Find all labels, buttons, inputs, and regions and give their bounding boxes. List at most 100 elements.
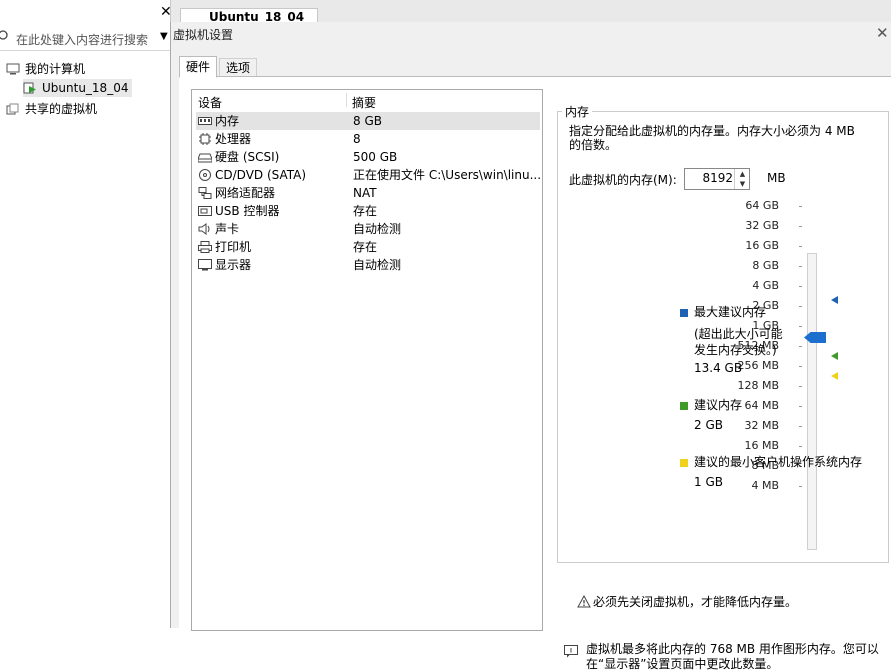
scale-label: 8 GB — [752, 259, 779, 272]
legend-max-title: 最大建议内存 — [694, 305, 767, 319]
scale-tick — [799, 346, 802, 347]
min-recommended-marker — [831, 372, 838, 380]
library-panel: ✕ 在此处键入内容进行搜索 ▼ 我的计算机 Ubuntu_18_04 共享的虚拟… — [0, 0, 172, 628]
device-row-printer[interactable]: 打印机 存在 — [196, 238, 540, 256]
column-separator — [346, 93, 347, 107]
info-line-2: 在“显示器”设置页面中更改此数量。 — [586, 657, 779, 671]
scale-tick — [799, 226, 802, 227]
device-name: 打印机 — [215, 240, 252, 254]
device-row-cpu[interactable]: 处理器 8 — [196, 130, 540, 148]
tree-vm-label: Ubuntu_18_04 — [42, 81, 129, 95]
cdrom-icon — [199, 169, 211, 181]
scale-tick — [799, 486, 802, 487]
device-list[interactable]: 设备 摘要 内存 8 GB 处理器 8 硬盘 (SCSI) 500 GB CD/… — [191, 89, 543, 631]
legend-min-value: 1 GB — [694, 475, 723, 489]
device-name: 网络适配器 — [215, 186, 276, 200]
scale-label: 32 MB — [744, 419, 779, 432]
legend-yellow-square — [680, 459, 688, 467]
device-summary: 500 GB — [353, 150, 398, 164]
column-device[interactable]: 设备 — [198, 94, 222, 111]
harddisk-icon — [198, 153, 212, 163]
info-icon — [564, 645, 578, 658]
display-icon — [198, 259, 212, 271]
column-summary[interactable]: 摘要 — [352, 94, 376, 111]
info-line-1: 虚拟机最多将此内存的 768 MB 用作图形内存。您可以 — [586, 642, 879, 656]
warning-text: 必须先关闭虚拟机，才能降低内存量。 — [593, 595, 798, 609]
warning-icon — [577, 595, 591, 608]
scale-tick — [799, 386, 802, 387]
legend-rec-value: 2 GB — [694, 418, 723, 432]
spin-down-icon[interactable]: ▼ — [735, 179, 750, 189]
scale-tick — [799, 266, 802, 267]
device-name: CD/DVD (SATA) — [215, 168, 307, 182]
device-summary: 正在使用文件 C:\Users\win\linu... — [353, 168, 542, 182]
device-row-cdrom[interactable]: CD/DVD (SATA) 正在使用文件 C:\Users\win\linu..… — [196, 166, 542, 184]
device-summary: NAT — [353, 186, 377, 200]
memory-field-label: 此虚拟机的内存(M): — [569, 173, 677, 187]
scale-tick — [799, 326, 802, 327]
network-icon — [198, 187, 212, 199]
legend-blue-square — [680, 309, 688, 317]
device-row-usb[interactable]: USB 控制器 存在 — [196, 202, 540, 220]
memory-stepper[interactable]: ▲ ▼ — [684, 168, 750, 190]
tree-my-computer[interactable]: 我的计算机 — [6, 60, 85, 78]
device-row-network[interactable]: 网络适配器 NAT — [196, 184, 540, 202]
device-summary: 8 — [353, 132, 361, 146]
close-library-icon[interactable]: ✕ — [160, 4, 172, 20]
scale-tick — [799, 406, 802, 407]
device-name: 处理器 — [215, 132, 252, 146]
scale-tick — [799, 306, 802, 307]
memory-spinner[interactable]: ▲ ▼ — [734, 169, 750, 189]
scale-label: 32 GB — [745, 219, 779, 232]
scale-tick — [799, 446, 802, 447]
tree-shared-label: 共享的虚拟机 — [25, 102, 98, 116]
search-input[interactable]: 在此处键入内容进行搜索 — [16, 31, 148, 48]
scale-tick — [799, 246, 802, 247]
dialog-title: 虚拟机设置 — [173, 28, 234, 42]
device-name: 内存 — [215, 114, 240, 128]
tab-hardware[interactable]: 硬件 — [179, 56, 218, 78]
sound-icon — [198, 223, 210, 235]
device-row-sound[interactable]: 声卡 自动检测 — [196, 220, 540, 238]
scale-label: 64 GB — [745, 199, 779, 212]
scale-tick — [799, 426, 802, 427]
legend-max-note2: 发生内存交换。) — [694, 343, 777, 357]
legend-green-square — [680, 402, 688, 410]
search-box[interactable]: 在此处键入内容进行搜索 ▼ — [0, 28, 170, 51]
device-row-harddisk[interactable]: 硬盘 (SCSI) 500 GB — [196, 148, 540, 166]
device-name: 显示器 — [215, 258, 252, 272]
legend-max-value: 13.4 GB — [694, 361, 743, 375]
device-list-header: 设备 摘要 — [192, 90, 542, 110]
memory-slider-track[interactable] — [807, 253, 817, 550]
tab-body: 设备 摘要 内存 8 GB 处理器 8 硬盘 (SCSI) 500 GB CD/… — [179, 76, 891, 671]
device-row-display[interactable]: 显示器 自动检测 — [196, 256, 540, 274]
device-summary: 自动检测 — [353, 222, 402, 236]
device-name: USB 控制器 — [215, 204, 280, 218]
recommended-marker — [831, 352, 838, 360]
tree-my-computer-label: 我的计算机 — [25, 62, 86, 76]
device-name: 声卡 — [215, 222, 240, 236]
tree-vm-item[interactable]: Ubuntu_18_04 — [23, 79, 133, 97]
memory-input[interactable] — [685, 169, 733, 187]
dialog-close-icon[interactable]: ✕ — [876, 24, 889, 42]
tree-shared-vms[interactable]: 共享的虚拟机 — [6, 100, 97, 118]
search-icon — [0, 30, 8, 40]
device-summary: 存在 — [353, 204, 378, 218]
legend-rec-title: 建议内存 — [694, 398, 743, 412]
device-row-memory[interactable]: 内存 8 GB — [196, 112, 540, 130]
shared-vms-icon — [6, 103, 19, 115]
memory-unit: MB — [767, 171, 786, 185]
scale-label: 4 MB — [751, 479, 779, 492]
memory-description: 指定分配给此虚拟机的内存量。内存大小必须为 4 MB 的倍数。 — [569, 124, 855, 152]
scale-label: 16 MB — [744, 439, 779, 452]
computer-icon — [6, 63, 20, 75]
scale-label: 4 GB — [752, 279, 779, 292]
legend-max-note1: (超出此大小可能 — [694, 327, 783, 341]
device-summary: 自动检测 — [353, 258, 402, 272]
tab-options[interactable]: 选项 — [219, 58, 258, 77]
search-dropdown-icon[interactable]: ▼ — [160, 31, 168, 42]
scale-label: 16 GB — [745, 239, 779, 252]
max-recommended-marker — [831, 296, 838, 304]
scale-tick — [799, 206, 802, 207]
spin-up-icon[interactable]: ▲ — [735, 169, 750, 179]
